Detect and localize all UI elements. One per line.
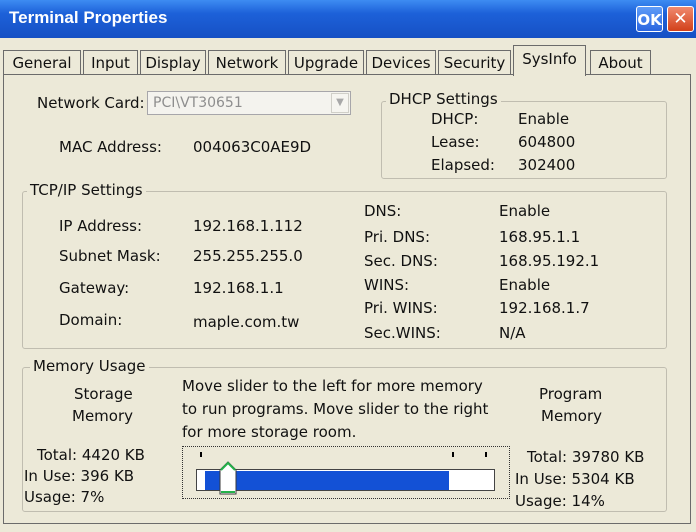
storage-total: Total: 4420 KB (37, 446, 145, 464)
slider-instructions-line1: Move slider to the left for more memory (182, 377, 483, 395)
domain-label: Domain: (59, 311, 123, 329)
storage-memory-title-line1: Storage (74, 385, 133, 403)
chevron-down-icon[interactable]: ▼ (331, 93, 349, 113)
ip-address-value: 192.168.1.112 (193, 217, 303, 235)
network-card-select[interactable]: PCI\VT30651 ▼ (147, 91, 351, 115)
dns-value: Enable (499, 202, 551, 220)
mac-address-label: MAC Address: (59, 138, 162, 156)
title-bar: Terminal Properties OK ✕ (0, 0, 696, 38)
wins-label: WINS: (364, 276, 410, 294)
tcpip-settings-title: TCP/IP Settings (27, 181, 146, 199)
dhcp-value: Enable (518, 110, 570, 128)
program-in-use: In Use: 5304 KB (515, 470, 635, 488)
pri-wins-label: Pri. WINS: (364, 299, 438, 317)
slider-tick-mark (452, 452, 454, 457)
subnet-mask-label: Subnet Mask: (59, 247, 161, 265)
dhcp-settings-title: DHCP Settings (386, 90, 501, 108)
storage-memory-title-line2: Memory (72, 407, 134, 425)
memory-usage-title: Memory Usage (30, 357, 149, 375)
network-card-label: Network Card: (37, 94, 145, 112)
tab-sysinfo[interactable]: SysInfo (513, 45, 586, 76)
slider-instructions-line3: for more storage room. (182, 423, 357, 441)
pri-dns-value: 168.95.1.1 (499, 228, 581, 246)
lease-value: 604800 (518, 133, 576, 151)
elapsed-value: 302400 (518, 156, 576, 174)
program-memory-title-line1: Program (539, 385, 603, 403)
tab-general[interactable]: General (3, 50, 81, 75)
program-memory-title-line2: Memory (541, 407, 603, 425)
ok-button[interactable]: OK (636, 6, 663, 32)
storage-in-use: In Use: 396 KB (24, 467, 135, 485)
close-button[interactable]: ✕ (667, 6, 694, 32)
slider-instructions-line2: to run programs. Move slider to the righ… (182, 400, 489, 418)
slider-tick-max (485, 452, 487, 457)
sec-wins-value: N/A (499, 324, 526, 342)
sec-wins-label: Sec.WINS: (364, 324, 441, 342)
window-title: Terminal Properties (9, 8, 168, 27)
network-card-value: PCI\VT30651 (153, 95, 243, 111)
sec-dns-label: Sec. DNS: (364, 252, 438, 270)
terminal-properties-window: Terminal Properties OK ✕ General Input D… (0, 0, 696, 532)
gateway-label: Gateway: (59, 279, 130, 297)
ip-address-label: IP Address: (59, 217, 143, 235)
mac-address-value: 004063C0AE9D (193, 138, 312, 156)
tab-upgrade[interactable]: Upgrade (288, 50, 364, 75)
tab-strip: General Input Display Network Upgrade De… (3, 45, 693, 76)
tab-display[interactable]: Display (140, 50, 206, 75)
memory-slider-thumb[interactable] (219, 461, 237, 495)
memory-slider-fill (205, 471, 449, 490)
tab-about[interactable]: About (590, 50, 651, 75)
program-total: Total: 39780 KB (527, 448, 645, 466)
lease-label: Lease: (431, 133, 480, 151)
slider-tick-min (200, 452, 202, 457)
tab-security[interactable]: Security (438, 50, 511, 75)
elapsed-label: Elapsed: (431, 156, 495, 174)
tab-devices[interactable]: Devices (366, 50, 436, 75)
storage-usage: Usage: 7% (24, 488, 105, 506)
sec-dns-value: 168.95.192.1 (499, 252, 600, 270)
program-usage: Usage: 14% (515, 492, 605, 510)
domain-value: maple.com.tw (193, 313, 300, 331)
wins-value: Enable (499, 276, 551, 294)
tab-network[interactable]: Network (208, 50, 286, 75)
subnet-mask-value: 255.255.255.0 (193, 247, 303, 265)
pri-wins-value: 192.168.1.7 (499, 299, 590, 317)
gateway-value: 192.168.1.1 (193, 279, 284, 297)
pri-dns-label: Pri. DNS: (364, 228, 430, 246)
tab-input[interactable]: Input (83, 50, 138, 75)
dhcp-label: DHCP: (431, 110, 479, 128)
dns-label: DNS: (364, 202, 402, 220)
